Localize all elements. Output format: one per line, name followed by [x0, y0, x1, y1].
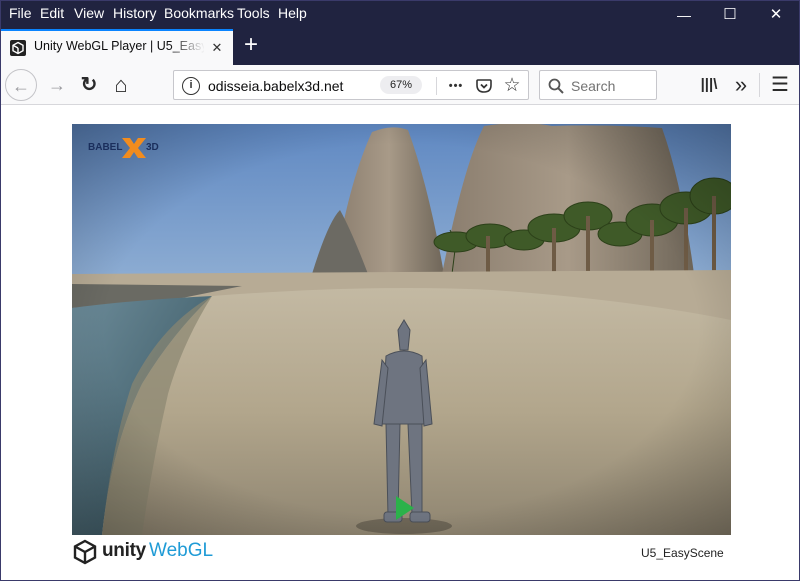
tab-strip: Unity WebGL Player | U5_EasyScene ✕ +: [1, 29, 799, 65]
menu-file[interactable]: File: [8, 5, 33, 21]
home-button[interactable]: ⌂: [105, 69, 137, 101]
forward-button[interactable]: →: [41, 69, 73, 101]
menu-history[interactable]: History: [112, 5, 158, 21]
vignette: [72, 124, 731, 535]
unity-icon: [10, 40, 26, 56]
menu-bookmarks[interactable]: Bookmarks: [163, 5, 235, 21]
menu-view[interactable]: View: [73, 5, 105, 21]
reload-button[interactable]: ↻: [73, 69, 105, 101]
menu-tools[interactable]: Tools: [236, 5, 271, 21]
new-tab-button[interactable]: +: [239, 33, 263, 59]
back-button[interactable]: ←: [5, 69, 37, 101]
search-bar[interactable]: Search: [539, 70, 657, 100]
unity-cube-icon: [73, 539, 97, 565]
minimize-button[interactable]: —: [661, 1, 707, 29]
unity-webgl-logo: unity WebGL: [72, 539, 213, 565]
browser-window: File Edit View History Bookmarks Tools H…: [0, 0, 800, 581]
hamburger-menu-icon[interactable]: ☰: [764, 69, 796, 101]
menu-edit[interactable]: Edit: [39, 5, 65, 21]
logo-text-right: 3D: [146, 142, 159, 153]
logo-text-left: BABEL: [88, 142, 122, 153]
unity-label: unity: [102, 540, 146, 561]
page-actions-more-icon[interactable]: •••: [444, 74, 468, 98]
url-bar-divider: [436, 77, 437, 95]
menu-help[interactable]: Help: [277, 5, 308, 21]
close-window-button[interactable]: ✕: [753, 1, 799, 29]
tab-unity-webgl-player[interactable]: Unity WebGL Player | U5_EasyScene ✕: [1, 29, 233, 65]
scene-name-label: U5_EasyScene: [641, 546, 724, 560]
pocket-icon[interactable]: [472, 74, 496, 98]
url-host: odisseia.babelx3d.net: [208, 78, 344, 94]
unity-game-canvas[interactable]: BABEL 3D: [72, 124, 731, 535]
menu-bar: File Edit View History Bookmarks Tools H…: [1, 1, 799, 29]
tab-title-fade: [169, 35, 205, 61]
search-icon: [548, 78, 564, 94]
maximize-button[interactable]: ☐: [707, 1, 753, 29]
info-icon[interactable]: i: [182, 77, 200, 95]
tab-close-icon[interactable]: ✕: [209, 40, 225, 56]
url-text[interactable]: odisseia.babelx3d.net: [208, 78, 343, 94]
library-icon[interactable]: |||\: [693, 69, 725, 101]
overflow-menu-icon[interactable]: »: [725, 69, 757, 101]
toolbar-divider: [759, 73, 760, 97]
url-bar[interactable]: i odisseia.babelx3d.net 67% ••• ☆: [173, 70, 529, 100]
page-content: BABEL 3D unity WebGL U5_EasyScene: [1, 106, 799, 580]
bookmark-star-icon[interactable]: ☆: [500, 74, 524, 98]
search-placeholder: Search: [571, 78, 616, 94]
nav-toolbar: ← → ↻ ⌂ i odisseia.babelx3d.net 67% ••• …: [1, 65, 799, 105]
webgl-label: WebGL: [149, 540, 214, 561]
zoom-level-badge[interactable]: 67%: [380, 76, 422, 94]
